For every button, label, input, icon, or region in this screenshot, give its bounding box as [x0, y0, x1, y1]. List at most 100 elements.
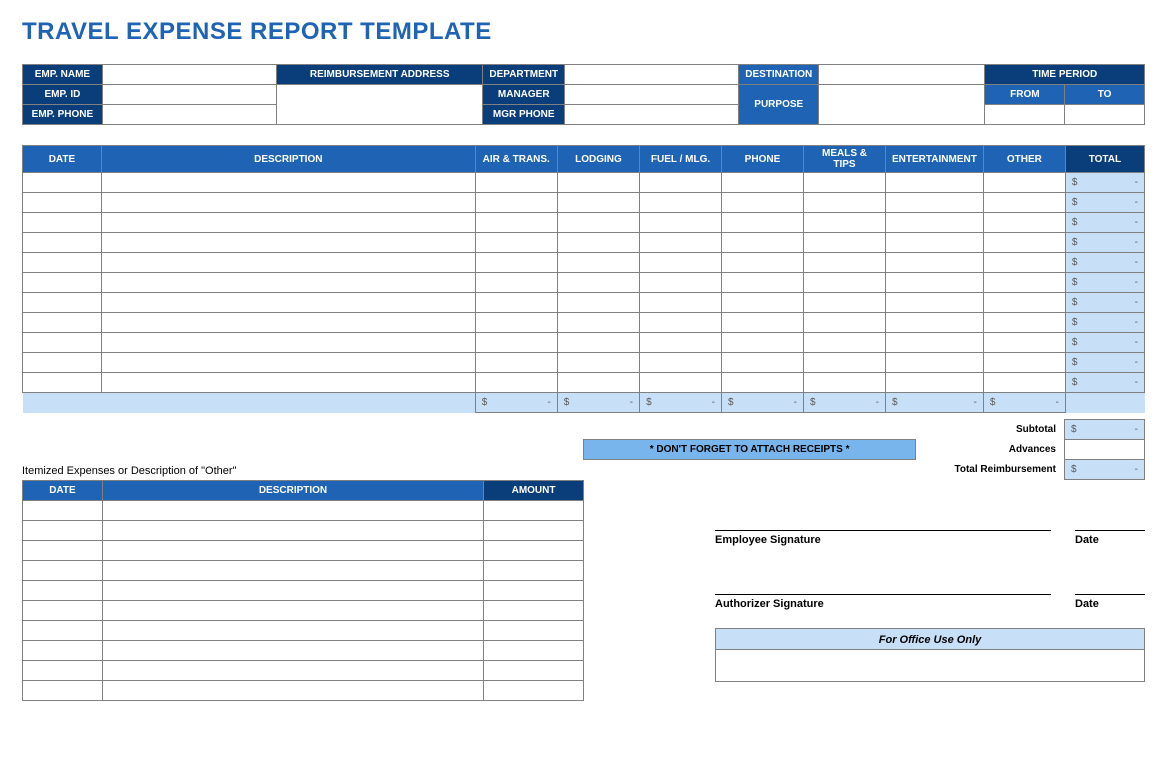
expense-cell[interactable]	[983, 313, 1065, 333]
expense-cell[interactable]	[721, 233, 803, 253]
expense-cell[interactable]	[721, 333, 803, 353]
expense-cell[interactable]	[475, 353, 557, 373]
expense-cell[interactable]	[640, 173, 722, 193]
authorizer-signature-line[interactable]: Authorizer Signature	[715, 594, 1051, 610]
expense-cell[interactable]	[475, 333, 557, 353]
expense-cell[interactable]	[101, 333, 475, 353]
expense-cell[interactable]	[886, 273, 984, 293]
expense-cell[interactable]	[640, 373, 722, 393]
expense-cell[interactable]	[803, 373, 885, 393]
expense-cell[interactable]	[23, 353, 102, 373]
expense-cell[interactable]	[803, 313, 885, 333]
itemized-cell[interactable]	[102, 541, 483, 561]
itemized-cell[interactable]	[23, 501, 103, 521]
expense-cell[interactable]	[557, 313, 639, 333]
expense-cell[interactable]	[886, 233, 984, 253]
expense-cell[interactable]	[803, 173, 885, 193]
expense-cell[interactable]	[886, 193, 984, 213]
expense-cell[interactable]	[23, 213, 102, 233]
office-use-body[interactable]	[715, 650, 1145, 682]
emp-id-field[interactable]	[102, 85, 276, 105]
expense-cell[interactable]	[475, 213, 557, 233]
expense-cell[interactable]	[721, 173, 803, 193]
expense-cell[interactable]	[23, 173, 102, 193]
expense-cell[interactable]	[983, 273, 1065, 293]
expense-cell[interactable]	[640, 193, 722, 213]
expense-cell[interactable]	[23, 293, 102, 313]
expense-cell[interactable]	[640, 273, 722, 293]
expense-cell[interactable]	[983, 213, 1065, 233]
expense-cell[interactable]	[23, 373, 102, 393]
expense-cell[interactable]	[101, 233, 475, 253]
expense-cell[interactable]	[23, 333, 102, 353]
emp-name-field[interactable]	[102, 65, 276, 85]
expense-cell[interactable]	[803, 333, 885, 353]
itemized-cell[interactable]	[484, 541, 584, 561]
expense-cell[interactable]	[803, 193, 885, 213]
expense-cell[interactable]	[475, 193, 557, 213]
expense-cell[interactable]	[803, 233, 885, 253]
itemized-cell[interactable]	[102, 641, 483, 661]
expense-cell[interactable]	[983, 253, 1065, 273]
expense-cell[interactable]	[557, 233, 639, 253]
expense-cell[interactable]	[23, 193, 102, 213]
itemized-cell[interactable]	[484, 641, 584, 661]
expense-cell[interactable]	[557, 333, 639, 353]
expense-cell[interactable]	[101, 293, 475, 313]
itemized-cell[interactable]	[23, 641, 103, 661]
expense-cell[interactable]	[803, 293, 885, 313]
expense-cell[interactable]	[886, 373, 984, 393]
expense-cell[interactable]	[640, 293, 722, 313]
expense-cell[interactable]	[23, 253, 102, 273]
reimb-address-field[interactable]	[276, 85, 482, 125]
expense-cell[interactable]	[640, 353, 722, 373]
expense-cell[interactable]	[886, 313, 984, 333]
expense-cell[interactable]	[101, 313, 475, 333]
expense-cell[interactable]	[475, 293, 557, 313]
mgr-phone-field[interactable]	[565, 105, 739, 125]
expense-cell[interactable]	[983, 353, 1065, 373]
expense-cell[interactable]	[101, 353, 475, 373]
expense-cell[interactable]	[475, 273, 557, 293]
expense-cell[interactable]	[557, 253, 639, 273]
expense-cell[interactable]	[557, 273, 639, 293]
purpose-field[interactable]	[819, 85, 985, 125]
itemized-cell[interactable]	[484, 521, 584, 541]
expense-cell[interactable]	[983, 233, 1065, 253]
expense-cell[interactable]	[557, 213, 639, 233]
employee-signature-date[interactable]: Date	[1075, 530, 1145, 546]
itemized-cell[interactable]	[102, 681, 483, 701]
itemized-cell[interactable]	[23, 581, 103, 601]
itemized-cell[interactable]	[23, 561, 103, 581]
expense-cell[interactable]	[886, 213, 984, 233]
itemized-cell[interactable]	[23, 601, 103, 621]
expense-cell[interactable]	[101, 193, 475, 213]
itemized-cell[interactable]	[102, 581, 483, 601]
expense-cell[interactable]	[721, 193, 803, 213]
expense-cell[interactable]	[475, 313, 557, 333]
expense-cell[interactable]	[721, 313, 803, 333]
itemized-cell[interactable]	[23, 621, 103, 641]
itemized-cell[interactable]	[484, 601, 584, 621]
itemized-cell[interactable]	[102, 621, 483, 641]
expense-cell[interactable]	[640, 333, 722, 353]
expense-cell[interactable]	[886, 253, 984, 273]
destination-field[interactable]	[819, 65, 985, 85]
expense-cell[interactable]	[886, 173, 984, 193]
expense-cell[interactable]	[886, 333, 984, 353]
expense-cell[interactable]	[640, 213, 722, 233]
expense-cell[interactable]	[640, 233, 722, 253]
itemized-cell[interactable]	[102, 501, 483, 521]
itemized-cell[interactable]	[484, 661, 584, 681]
expense-cell[interactable]	[23, 233, 102, 253]
expense-cell[interactable]	[475, 373, 557, 393]
expense-cell[interactable]	[475, 173, 557, 193]
itemized-cell[interactable]	[484, 621, 584, 641]
itemized-cell[interactable]	[484, 681, 584, 701]
itemized-cell[interactable]	[102, 661, 483, 681]
expense-cell[interactable]	[23, 313, 102, 333]
expense-cell[interactable]	[101, 213, 475, 233]
expense-cell[interactable]	[101, 373, 475, 393]
itemized-cell[interactable]	[23, 681, 103, 701]
expense-cell[interactable]	[721, 353, 803, 373]
